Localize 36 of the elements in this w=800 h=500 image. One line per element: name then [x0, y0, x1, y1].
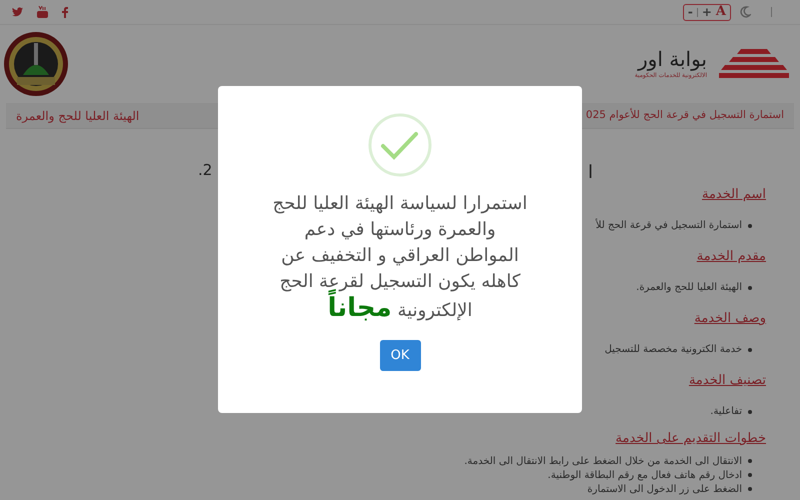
font-size-button[interactable]: +: [702, 3, 712, 21]
section-heading[interactable]: خطوات التقديم على الخدمة: [616, 430, 766, 448]
font-size-button[interactable]: A: [716, 2, 726, 22]
font-size-button[interactable]: -: [688, 3, 693, 21]
bullet-text: ادخال رقم هاتف فعال مع رقم البطاقة الوطنية.: [548, 468, 742, 482]
bullet-text: خدمة الكترونية مخصصة للتسجيل: [604, 343, 742, 357]
section-heading[interactable]: تصنيف الخدمة: [688, 372, 766, 390]
bullet-icon: [748, 348, 752, 352]
section-heading[interactable]: مقدم الخدمة: [696, 248, 766, 266]
logo-title: بوابة اور: [638, 49, 707, 69]
bullet-icon: [748, 487, 752, 491]
pyramid-logo[interactable]: [719, 49, 789, 79]
bullet-icon: [748, 224, 752, 228]
ok-button[interactable]: OK: [380, 340, 420, 371]
bullet-icon: [748, 473, 752, 477]
youtube-icon[interactable]: [37, 6, 48, 18]
service-link[interactable]: استمارة التسجيل في قرعة الحج للأعوام 025: [586, 108, 784, 124]
bullet-text: استمارة التسجيل في قرعة الحج للأ: [596, 218, 742, 233]
moon-icon[interactable]: [739, 6, 751, 18]
bullet-icon: [748, 410, 752, 414]
bullet-text: الانتقال الى الخدمة من خلال الضغط على رابط الانتقال الى الخدمة.: [464, 454, 742, 468]
page-title: .2: [198, 160, 212, 181]
section-heading[interactable]: اسم الخدمة: [702, 186, 766, 204]
bullet-text: تفاعلية.: [710, 405, 742, 419]
bullet-text: الهيئة العليا للحج والعمرة.: [636, 281, 742, 295]
bullet-icon: [748, 459, 752, 463]
twitter-icon[interactable]: [12, 7, 23, 17]
page-title: ا: [588, 161, 593, 185]
dialog-message: استمرارا لسياسة الهيئة العليا للحج والعمرة ورئاستها في دعم المواطن العراقي و التخفيف عن كاهله يكون التسجيل لقرعة الحج الإلكترونية مجاناً: [272, 192, 528, 324]
authority-link[interactable]: الهيئة العليا للحج والعمرة: [16, 106, 140, 124]
facebook-icon[interactable]: [62, 6, 68, 18]
bullet-text: الضغط على زر الدخول الى الاستمارة: [587, 482, 742, 496]
bullet-icon: [748, 286, 752, 290]
emblem-logo: [3, 31, 69, 97]
success-check-icon: [368, 113, 432, 177]
section-heading[interactable]: وصف الخدمة: [694, 310, 766, 328]
